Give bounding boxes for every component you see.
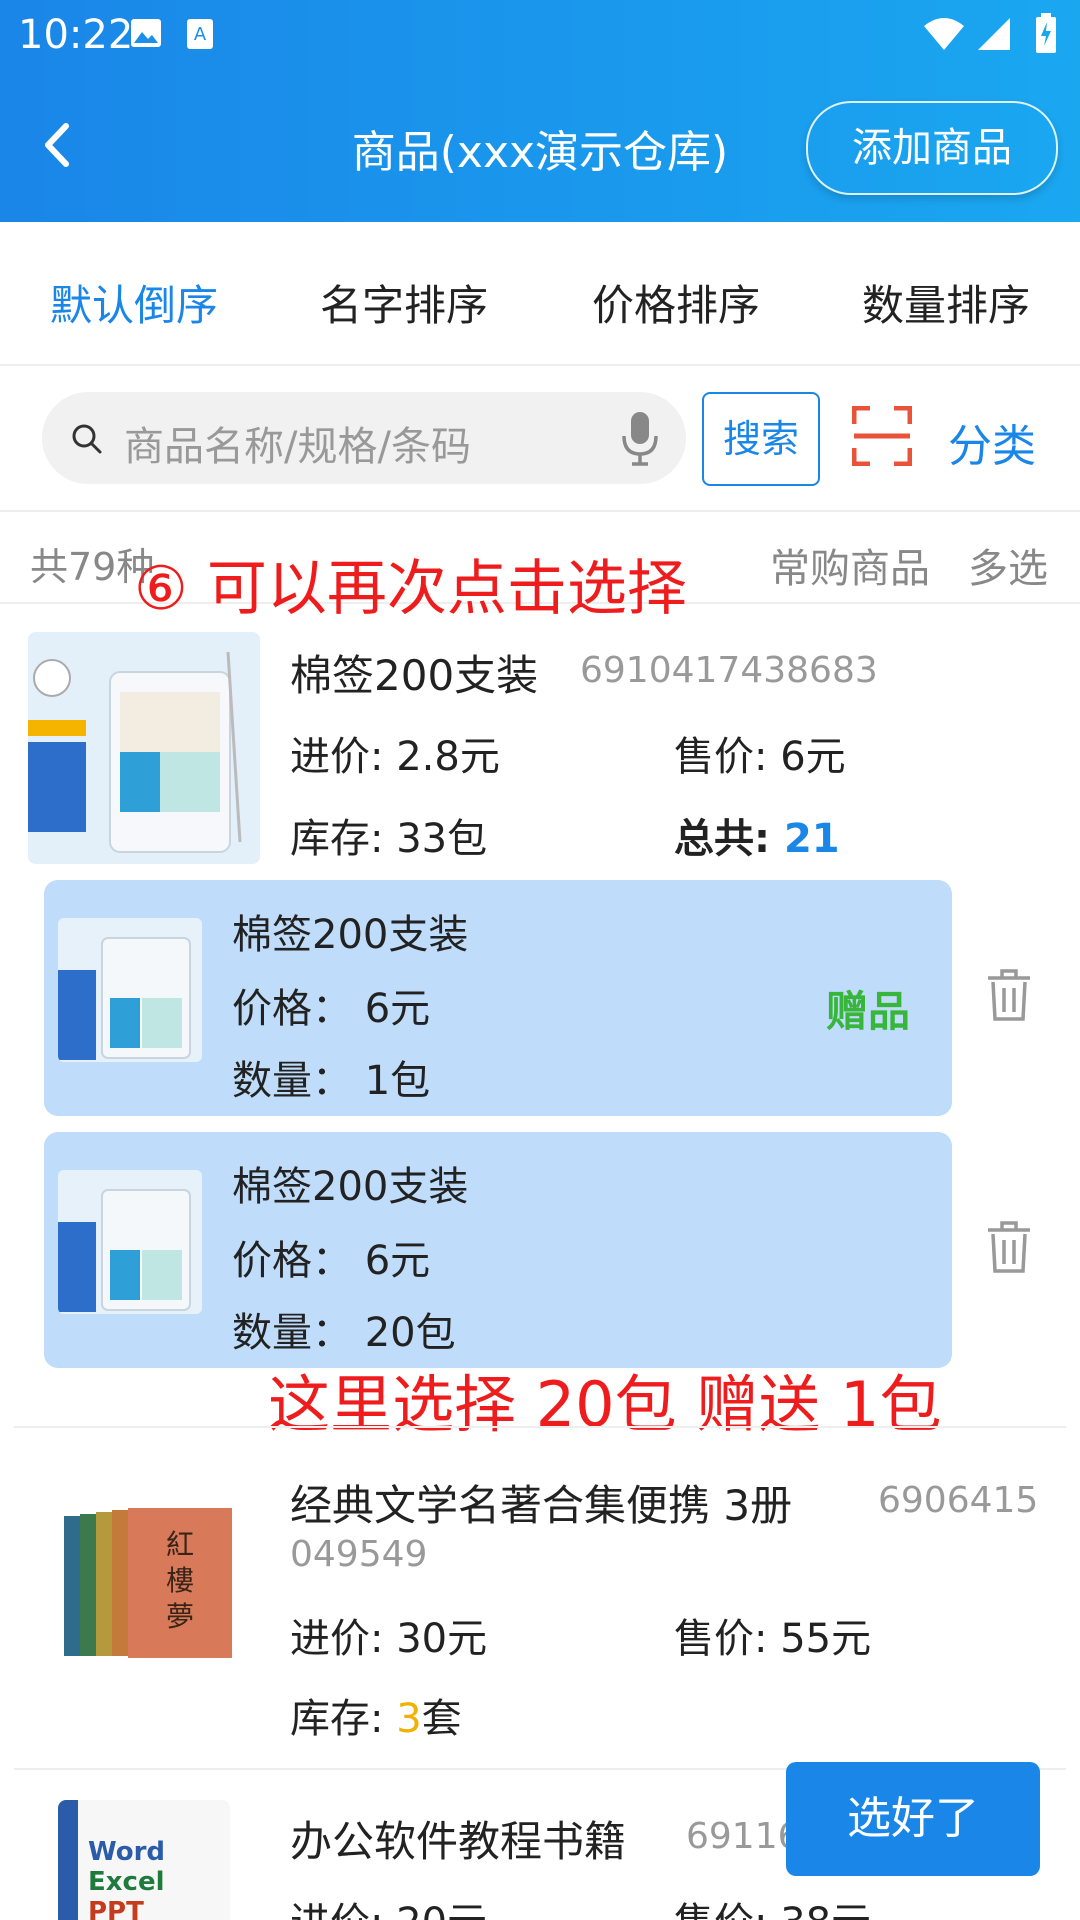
cost-price: 进价: 30元 — [290, 1606, 487, 1664]
stock-label: 库存: — [290, 816, 384, 862]
product-name: 棉签200支装 — [290, 651, 539, 700]
cost-price: 进价: 2.8元 — [290, 724, 500, 782]
product-barcode-part1: 6906415 — [878, 1480, 1039, 1521]
search-placeholder: 商品名称/规格/条码 — [124, 424, 471, 470]
price-label: 售价: — [674, 1616, 768, 1662]
total: 总共: 21 — [674, 806, 840, 864]
selection-price-label: 价格： — [232, 986, 352, 1032]
status-bar: 10:22 A — [0, 0, 1080, 72]
tab-name-sort[interactable]: 名字排序 — [320, 272, 488, 333]
tab-price-sort[interactable]: 价格排序 — [592, 272, 760, 333]
scan-icon[interactable] — [852, 406, 912, 466]
trash-icon[interactable] — [986, 1220, 1032, 1274]
svg-text:Excel: Excel — [88, 1867, 165, 1897]
cost-price: 进价: 20元 — [290, 1890, 487, 1920]
product-name: 办公软件教程书籍 — [290, 1817, 627, 1866]
list-item[interactable]: 棉签200支装 6910417438683 进价: 2.8元 售价: 6元 库存… — [0, 604, 1080, 1424]
accessibility-icon: A — [187, 19, 213, 49]
selection-qty-value: 1包 — [364, 1058, 431, 1104]
sale-price: 售价: 55元 — [674, 1606, 871, 1664]
price-value: 55元 — [780, 1616, 872, 1662]
wifi-icon — [924, 18, 964, 50]
selection-price: 价格： 6元 — [232, 1228, 430, 1286]
add-product-button[interactable]: 添加商品 — [806, 101, 1058, 195]
trash-icon[interactable] — [986, 968, 1032, 1022]
list-item[interactable]: 紅 樓 夢 经典文学名著合集便携 3册 6906415 049549 进价: 3… — [0, 1428, 1080, 1768]
selection-qty-label: 数量： — [232, 1058, 352, 1104]
sale-price: 售价: 6元 — [674, 724, 846, 782]
sort-tabs: 默认倒序 名字排序 价格排序 数量排序 — [0, 222, 1080, 366]
product-image: 紅 樓 夢 — [58, 1494, 238, 1664]
search-row: 商品名称/规格/条码 搜索 分类 — [0, 366, 1080, 512]
cost-label: 进价: — [290, 1900, 383, 1920]
svg-text:紅: 紅 — [166, 1528, 194, 1561]
svg-text:A: A — [194, 24, 207, 45]
product-barcode-part2: 049549 — [290, 1534, 428, 1575]
selection-card[interactable]: 棉签200支装 价格： 6元 数量： 20包 — [44, 1132, 952, 1368]
svg-text:Word: Word — [88, 1837, 165, 1867]
svg-text:夢: 夢 — [166, 1600, 194, 1633]
selection-quantity: 数量： 20包 — [232, 1300, 456, 1358]
search-icon — [72, 424, 102, 454]
product-name: 经典文学名著合集便携 3册 — [290, 1481, 793, 1530]
product-image — [28, 632, 260, 864]
stock-number: 3 — [396, 1696, 422, 1742]
price-label: 售价: — [674, 734, 768, 780]
price-label: 售价: — [674, 1900, 767, 1920]
price-value: 38元 — [780, 1900, 871, 1920]
multi-select-link[interactable]: 多选 — [968, 536, 1048, 594]
battery-icon — [1036, 13, 1056, 53]
price-value: 6元 — [780, 734, 846, 780]
app-header: 10:22 A 商品(xxx演示仓库) 添加商品 — [0, 0, 1080, 222]
total-value: 21 — [783, 816, 840, 862]
product-barcode: 6910417438683 — [580, 650, 878, 691]
gift-badge: 赠品 — [826, 987, 911, 1036]
cost-value: 30元 — [396, 1616, 488, 1662]
selection-price-label: 价格： — [232, 1238, 352, 1284]
sale-price: 售价: 38元 — [674, 1890, 871, 1920]
signal-icon — [978, 18, 1010, 50]
selection-price: 价格： 6元 — [232, 976, 430, 1034]
total-label: 总共: — [674, 816, 770, 862]
stock-unit: 套 — [421, 1696, 462, 1742]
selection-quantity: 数量： 1包 — [232, 1048, 430, 1106]
selection-qty-value: 20包 — [364, 1310, 456, 1356]
search-input[interactable]: 商品名称/规格/条码 — [42, 392, 686, 484]
cost-value: 20元 — [396, 1900, 487, 1920]
frequent-products-link[interactable]: 常购商品 — [770, 536, 930, 594]
gallery-icon — [131, 19, 161, 47]
selection-card[interactable]: 棉签200支装 价格： 6元 数量： 1包 赠品 — [44, 880, 952, 1116]
tab-default-desc[interactable]: 默认倒序 — [50, 272, 218, 333]
status-time: 10:22 — [18, 12, 134, 58]
stock-label: 库存: — [290, 1696, 384, 1742]
selection-image — [58, 918, 202, 1062]
product-image: Word Excel PPT — [58, 1800, 230, 1920]
selection-name: 棉签200支装 — [232, 1164, 469, 1210]
svg-text:樓: 樓 — [166, 1564, 194, 1597]
category-link[interactable]: 分类 — [948, 410, 1036, 474]
cost-label: 进价: — [290, 734, 384, 780]
stock-value: 33包 — [396, 816, 488, 862]
selection-price-value: 6元 — [364, 1238, 431, 1284]
selection-price-value: 6元 — [364, 986, 431, 1032]
selection-name: 棉签200支装 — [232, 912, 469, 958]
selection-qty-label: 数量： — [232, 1310, 352, 1356]
cost-value: 2.8元 — [396, 734, 500, 780]
cost-label: 进价: — [290, 1616, 384, 1662]
stock: 库存: 33包 — [290, 806, 487, 864]
selection-image — [58, 1170, 202, 1314]
svg-text:PPT: PPT — [88, 1897, 144, 1920]
search-button[interactable]: 搜索 — [702, 392, 820, 486]
done-button[interactable]: 选好了 — [786, 1762, 1040, 1876]
tab-quantity-sort[interactable]: 数量排序 — [862, 272, 1030, 333]
stock: 库存: 3套 — [290, 1686, 462, 1744]
product-barcode: 69116 — [686, 1816, 801, 1857]
microphone-icon[interactable] — [620, 410, 660, 466]
